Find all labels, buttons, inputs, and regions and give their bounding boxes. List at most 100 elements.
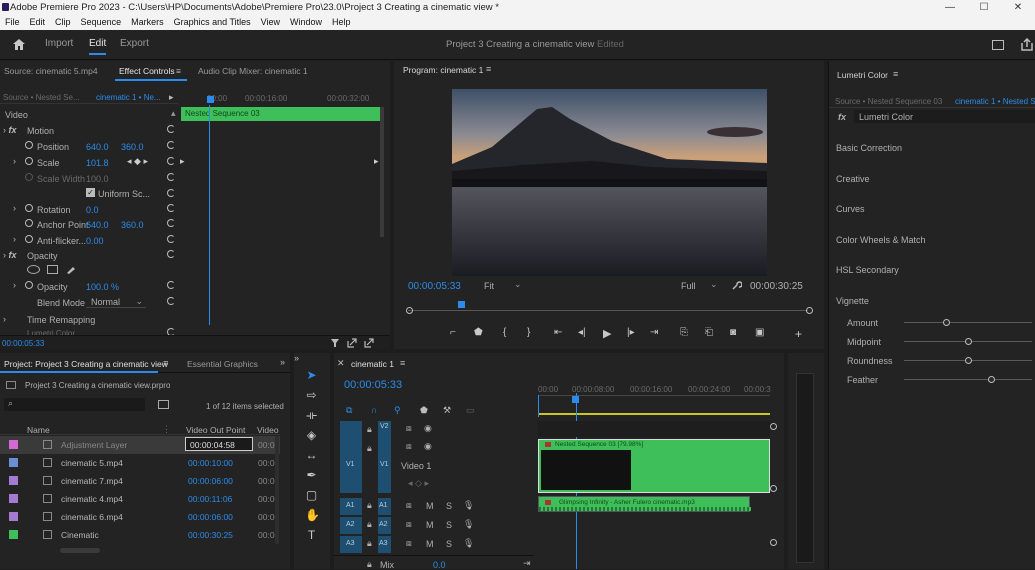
vignette-slider-knob[interactable] — [988, 376, 996, 383]
filter-icon[interactable] — [330, 338, 340, 348]
video-out-point-value[interactable]: 00:00:10:00 — [188, 458, 233, 468]
vignette-slider-track[interactable] — [904, 379, 1032, 380]
pen-mask-icon[interactable] — [65, 264, 76, 275]
time-remap-expander-icon[interactable]: › — [3, 314, 6, 324]
anti-flicker-value[interactable]: 0.00 — [86, 236, 104, 246]
antiflicker-expander-icon[interactable]: › — [13, 234, 16, 244]
comparison-view-icon[interactable]: ▣ — [755, 327, 764, 338]
tab-project[interactable]: Project: Project 3 Creating a cinematic … — [4, 359, 168, 369]
mute-button[interactable]: M — [426, 539, 434, 549]
column-video-out-point[interactable]: Video Out Point — [186, 425, 245, 435]
stopwatch-icon[interactable] — [25, 219, 33, 227]
track-scroll-handle[interactable] — [770, 485, 777, 492]
reset-icon[interactable] — [167, 297, 175, 305]
lumetri-effect-dropdown[interactable]: Lumetri Color — [859, 112, 913, 122]
video-preview[interactable] — [452, 89, 767, 276]
lock-icon[interactable]: 🔒︎ — [367, 500, 372, 511]
track-v2-lane[interactable] — [538, 421, 770, 437]
vignette-slider-knob[interactable] — [943, 319, 951, 326]
microphone-icon[interactable]: 🎙︎ — [463, 538, 474, 549]
source-patch-v1[interactable]: V1 — [340, 421, 362, 493]
play-button-icon[interactable]: ▶ — [603, 327, 611, 340]
fit-dropdown[interactable]: Fit ⌄ — [481, 279, 525, 292]
go-to-end-icon[interactable]: ⇥ — [523, 558, 531, 569]
nest-icon[interactable]: ⧉ — [346, 405, 352, 416]
column-name[interactable]: Name — [27, 425, 50, 435]
label-color-swatch[interactable] — [9, 494, 18, 503]
rotation-expander-icon[interactable]: › — [13, 203, 16, 213]
mark-in-icon[interactable]: ⌐ — [450, 327, 456, 338]
scroll-up-icon[interactable]: ▴ — [171, 108, 176, 119]
add-button-icon[interactable]: + — [795, 327, 802, 341]
timeline-ruler[interactable]: 00:00 00:00:08:00 00:00:16:00 00:00:24:0… — [538, 383, 771, 415]
menu-hamburger-icon[interactable]: ≡ — [486, 64, 491, 74]
track-target-audio[interactable]: A2 — [378, 517, 391, 534]
audio-clip[interactable]: Glimpsing Infinity - Asher Fulero cinema… — [538, 496, 751, 512]
label-color-swatch[interactable] — [9, 476, 18, 485]
extract-icon[interactable]: ⎗ — [705, 327, 713, 338]
share-icon[interactable] — [1020, 38, 1034, 51]
lumetri-sequence-label[interactable]: cinematic 1 • Nested Se — [955, 97, 1035, 106]
tab-source[interactable]: Source: cinematic 5.mp4 — [4, 61, 98, 81]
close-tab-icon[interactable]: ✕ — [337, 358, 345, 369]
menu-hamburger-icon[interactable]: ≡ — [893, 69, 898, 79]
mark-out-icon[interactable]: { — [503, 327, 506, 338]
keyframe-nav-icon[interactable]: ◂ ◆ ▸ — [127, 156, 148, 167]
tab-edit[interactable]: Edit — [89, 38, 107, 55]
reset-icon[interactable] — [167, 189, 175, 197]
track-name-video-1[interactable]: Video 1 — [401, 461, 431, 471]
section-vignette[interactable]: Vignette — [836, 296, 869, 306]
track-scroll-handle[interactable] — [770, 423, 777, 430]
project-item-row[interactable]: Cinematic 00:00:30:25 00:0 — [0, 526, 280, 544]
step-forward-icon[interactable]: |▸ — [627, 327, 635, 338]
tab-import[interactable]: Import — [45, 38, 73, 49]
fx-icon[interactable]: fx — [838, 112, 846, 122]
stopwatch-icon[interactable] — [25, 157, 33, 165]
reset-icon[interactable] — [167, 204, 175, 212]
rectangle-tool-icon[interactable]: ▢ — [305, 489, 318, 502]
razor-tool-icon[interactable]: ◈ — [305, 429, 318, 442]
eye-icon[interactable]: ◉ — [424, 441, 432, 452]
keyframe-marker-icon[interactable]: ▸ — [374, 156, 379, 167]
panel-overflow-icon[interactable]: » — [294, 353, 299, 363]
sort-icon[interactable]: ⋮ — [162, 424, 171, 435]
position-x-value[interactable]: 640.0 — [86, 142, 109, 152]
project-item-row[interactable]: cinematic 4.mp4 00:00:11:06 00:0 — [0, 490, 280, 508]
slip-tool-icon[interactable]: ↔ — [305, 449, 318, 462]
lumetri-source-label[interactable]: Source • Nested Sequence 03 — [835, 97, 942, 106]
track-scroll-handle[interactable] — [770, 539, 777, 546]
project-search-input[interactable]: ⌕ — [4, 398, 145, 411]
opacity-value[interactable]: 100.0 % — [86, 282, 119, 292]
scale-expander-icon[interactable]: › — [13, 156, 16, 166]
label-color-swatch[interactable] — [9, 440, 18, 449]
video-out-point-value[interactable]: 00:00:06:00 — [188, 512, 233, 522]
add-marker-icon[interactable]: ⬟ — [474, 327, 483, 338]
ec-timeline-ruler[interactable]: 00:00 00:00:16:00 00:00:32:00 — [181, 91, 381, 105]
project-item-row[interactable]: cinematic 5.mp4 00:00:10:00 00:0 — [0, 454, 280, 472]
minimize-button[interactable]: — — [933, 0, 967, 15]
close-button[interactable]: ✕ — [1001, 0, 1035, 15]
video-out-point-input[interactable]: 00:00:04:58 — [185, 437, 253, 451]
project-item-row[interactable]: cinematic 6.mp4 00:00:06:00 00:0 — [0, 508, 280, 526]
blend-mode-dropdown[interactable]: Normal ⌄ — [86, 295, 146, 308]
eye-icon[interactable]: ◉ — [424, 423, 432, 434]
project-horizontal-scrollbar[interactable] — [60, 548, 100, 553]
lift-icon[interactable]: ⎘ — [680, 327, 688, 338]
video-clip-nested-sequence[interactable]: Nested Sequence 03 [79.98%] — [538, 439, 770, 493]
track-target-audio[interactable]: A3 — [378, 536, 391, 553]
track-select-tool-icon[interactable]: ⇨ — [305, 389, 318, 402]
time-remapping-label[interactable]: Time Remapping — [27, 315, 95, 325]
menu-help[interactable]: Help — [327, 15, 356, 30]
stopwatch-icon[interactable] — [25, 281, 33, 289]
label-color-swatch[interactable] — [9, 458, 18, 467]
lock-icon[interactable]: 🔒︎ — [367, 559, 372, 570]
pen-tool-icon[interactable]: ✒ — [305, 469, 318, 482]
menu-edit[interactable]: Edit — [25, 15, 51, 30]
anchor-y-value[interactable]: 360.0 — [121, 220, 144, 230]
vignette-slider-track[interactable] — [904, 322, 1032, 323]
program-timecode[interactable]: 00:00:05:33 — [408, 281, 461, 292]
opacity-expander-icon[interactable]: › fx — [3, 250, 17, 260]
lock-icon[interactable]: 🔒︎ — [367, 538, 372, 549]
section-basic-correction[interactable]: Basic Correction — [836, 143, 902, 153]
section-hsl-secondary[interactable]: HSL Secondary — [836, 265, 899, 275]
